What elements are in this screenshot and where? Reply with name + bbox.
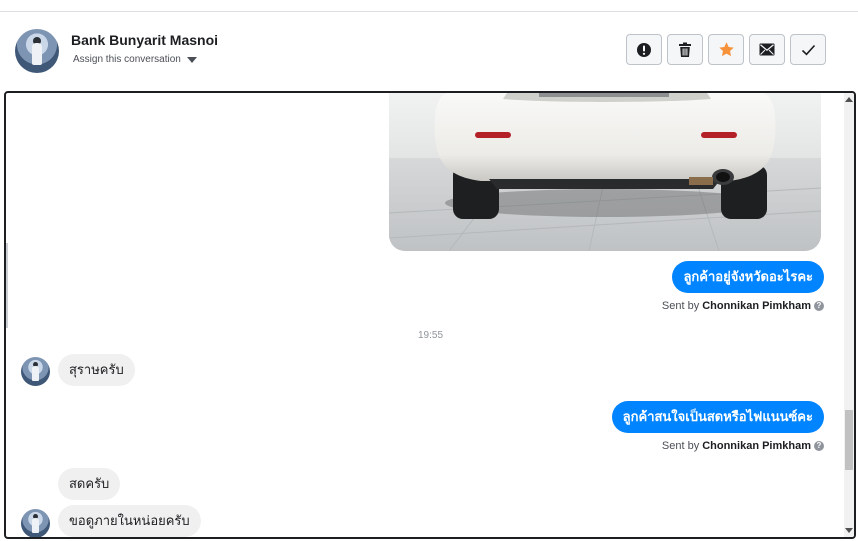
star-icon bbox=[718, 42, 734, 57]
outgoing-message[interactable]: ลูกค้าสนใจเป็นสดหรือไฟแนนซ์คะ bbox=[611, 401, 824, 433]
contact-avatar-small[interactable] bbox=[21, 509, 50, 537]
help-icon[interactable]: ? bbox=[814, 301, 824, 311]
sender-name[interactable]: Chonnikan Pimkham bbox=[702, 300, 811, 312]
help-icon[interactable]: ? bbox=[814, 441, 824, 451]
mark-spam-button[interactable] bbox=[626, 34, 662, 65]
assign-conversation-dropdown[interactable]: Assign this conversation bbox=[73, 54, 197, 65]
scroll-down-arrow-icon[interactable] bbox=[845, 528, 853, 533]
sender-name[interactable]: Chonnikan Pimkham bbox=[702, 440, 811, 452]
contact-avatar-small[interactable] bbox=[21, 357, 50, 386]
mark-done-button[interactable] bbox=[790, 34, 826, 65]
assign-label: Assign this conversation bbox=[73, 54, 181, 65]
caret-down-icon bbox=[186, 56, 197, 63]
incoming-message[interactable]: สดครับ bbox=[58, 468, 121, 500]
message-timestamp: 19:55 bbox=[418, 330, 444, 341]
resize-handle[interactable] bbox=[6, 243, 8, 328]
sent-by-prefix: Sent by bbox=[661, 300, 700, 312]
envelope-icon bbox=[759, 43, 775, 56]
car-photo bbox=[389, 93, 821, 251]
checkmark-icon bbox=[801, 44, 815, 55]
incoming-message[interactable]: สุราษครับ bbox=[58, 354, 135, 386]
delete-button[interactable] bbox=[667, 34, 703, 65]
contact-name[interactable]: Bank Bunyarit Masnoi bbox=[71, 32, 218, 48]
thread-scrollbar[interactable] bbox=[844, 93, 854, 537]
star-button[interactable] bbox=[708, 34, 744, 65]
incoming-message[interactable]: ขอดูภายในหน่อยครับ bbox=[58, 505, 201, 537]
sent-by-label: Sent by Chonnikan Pimkham ? bbox=[662, 440, 824, 452]
contact-avatar[interactable] bbox=[15, 29, 59, 73]
car-photo-attachment[interactable] bbox=[389, 93, 821, 251]
outgoing-message[interactable]: ลูกค้าอยู่จังหวัดอะไรคะ bbox=[672, 261, 824, 293]
sent-by-prefix: Sent by bbox=[661, 440, 700, 452]
scroll-up-arrow-icon[interactable] bbox=[845, 97, 853, 102]
conversation-header: Bank Bunyarit Masnoi Assign this convers… bbox=[0, 12, 858, 91]
trash-icon bbox=[679, 42, 691, 57]
message-thread[interactable]: ลูกค้าอยู่จังหวัดอะไรคะ Sent by Chonnika… bbox=[4, 91, 856, 539]
sent-by-label: Sent by Chonnikan Pimkham ? bbox=[662, 300, 824, 312]
mark-unread-button[interactable] bbox=[749, 34, 785, 65]
exclamation-circle-icon bbox=[637, 42, 651, 57]
scrollbar-thumb[interactable] bbox=[845, 410, 853, 470]
conversation-actions bbox=[626, 34, 826, 65]
